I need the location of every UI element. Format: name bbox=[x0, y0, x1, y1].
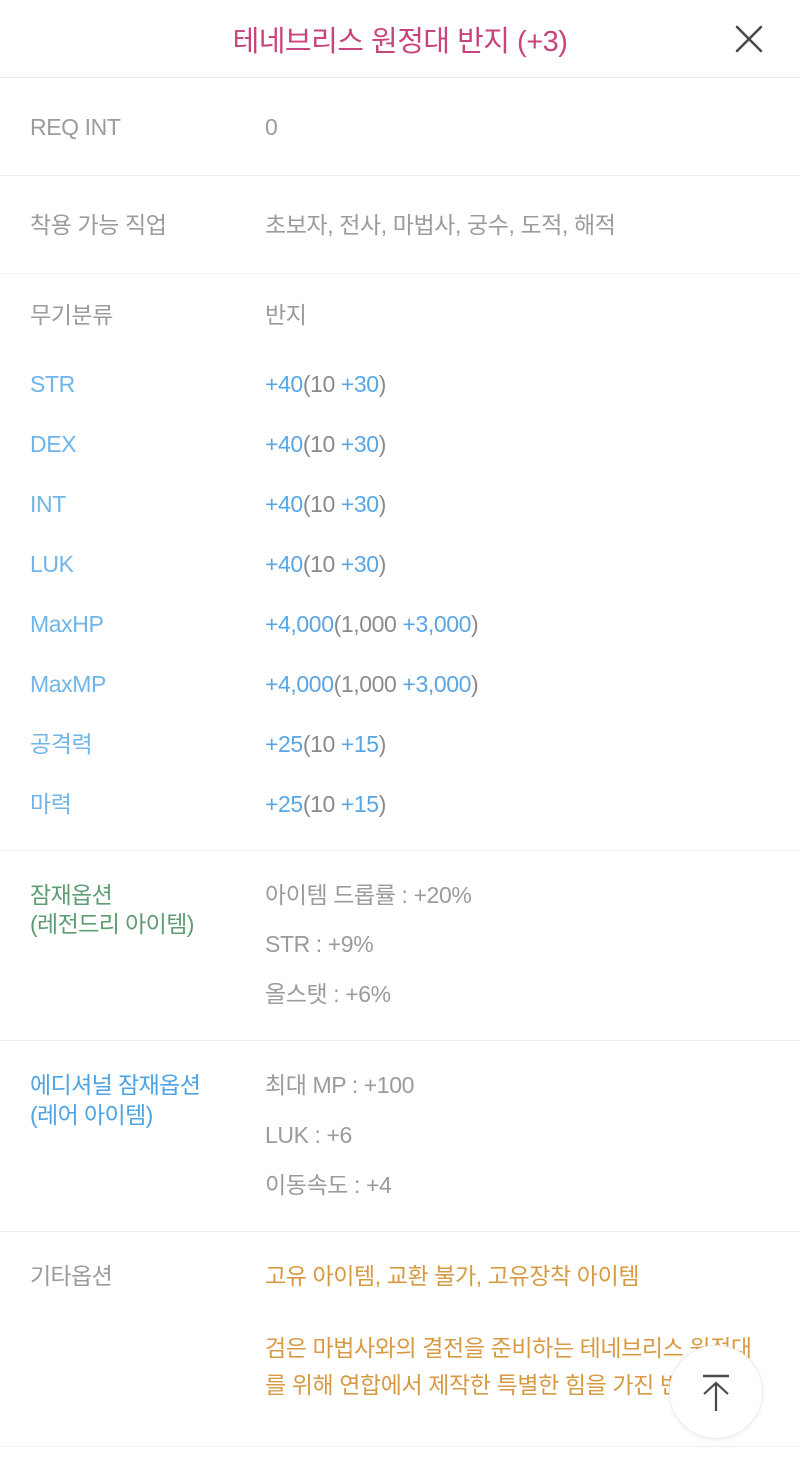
stat-value-int: +40(10 +30) bbox=[265, 489, 770, 520]
table-row-stat-int: INT +40(10 +30) bbox=[30, 489, 770, 549]
section-stats: 무기분류 반지 STR +40(10 +30) DEX +40(10 +30) … bbox=[0, 273, 800, 849]
etc-options-flags: 고유 아이템, 교환 불가, 고유장착 아이템 bbox=[265, 1262, 640, 1289]
potential-option: STR : +9% bbox=[265, 931, 374, 958]
table-row-stat-attack: 공격력 +25(10 +15) bbox=[30, 729, 770, 789]
stat-total: +40 bbox=[265, 491, 303, 518]
stat-increase: +30 bbox=[340, 431, 379, 458]
additional-potential-label-line2: (레어 아이템) bbox=[30, 1102, 153, 1129]
stat-value-maxmp: +4,000(1,000 +3,000) bbox=[265, 669, 770, 700]
table-row-stat-maxhp: MaxHP +4,000(1,000 +3,000) bbox=[30, 609, 770, 669]
stat-value-dex: +40(10 +30) bbox=[265, 429, 770, 460]
stat-base: (1,000 bbox=[333, 671, 403, 698]
stat-close-paren: ) bbox=[378, 731, 387, 758]
scroll-to-top-button[interactable] bbox=[669, 1345, 763, 1439]
stat-value-luk: +40(10 +30) bbox=[265, 549, 770, 580]
additional-potential-label: 에디셔널 잠재옵션 (레어 아이템) bbox=[30, 1071, 265, 1131]
stat-total: +40 bbox=[265, 551, 303, 578]
stat-increase: +3,000 bbox=[402, 671, 471, 698]
additional-potential-option: LUK : +6 bbox=[265, 1122, 352, 1149]
stat-close-paren: ) bbox=[378, 431, 387, 458]
stat-increase: +15 bbox=[340, 791, 379, 818]
stat-total: +25 bbox=[265, 731, 303, 758]
scroll-to-top-icon bbox=[693, 1368, 739, 1416]
table-row-stat-dex: DEX +40(10 +30) bbox=[30, 429, 770, 489]
table-row-stat-luk: LUK +40(10 +30) bbox=[30, 549, 770, 609]
potential-option: 올스탯 : +6% bbox=[265, 981, 391, 1008]
stat-base: (10 bbox=[302, 791, 341, 818]
row-label-available-jobs: 착용 가능 직업 bbox=[30, 212, 167, 239]
stat-total: +25 bbox=[265, 791, 303, 818]
section-requirements: REQ INT 0 bbox=[0, 78, 800, 175]
table-row-stat-magic: 마력 +25(10 +15) bbox=[30, 789, 770, 849]
potential-label-line1: 잠재옵션 bbox=[30, 881, 113, 908]
stat-base: (10 bbox=[302, 431, 341, 458]
stat-close-paren: ) bbox=[471, 671, 479, 698]
stat-increase: +15 bbox=[340, 731, 379, 758]
stat-label-str: STR bbox=[30, 371, 75, 398]
potential-option: 아이템 드롭률 : +20% bbox=[265, 881, 472, 908]
stat-total: +40 bbox=[265, 431, 303, 458]
stat-base: (1,000 bbox=[333, 611, 403, 638]
stat-close-paren: ) bbox=[471, 611, 479, 638]
potential-label-line2: (레전드리 아이템) bbox=[30, 911, 194, 938]
additional-potential-block: 에디셔널 잠재옵션 (레어 아이템) 최대 MP : +100 LUK : +6… bbox=[30, 1041, 770, 1231]
stat-value-str: +40(10 +30) bbox=[265, 369, 770, 400]
row-label-req-int: REQ INT bbox=[30, 114, 121, 140]
stat-label-int: INT bbox=[30, 491, 66, 518]
stat-close-paren: ) bbox=[378, 491, 387, 518]
stat-value-maxhp: +4,000(1,000 +3,000) bbox=[265, 609, 770, 640]
stat-label-maxmp: MaxMP bbox=[30, 671, 106, 698]
additional-potential-label-line1: 에디셔널 잠재옵션 bbox=[30, 1072, 201, 1099]
stat-base: (10 bbox=[302, 371, 341, 398]
potential-block: 잠재옵션 (레전드리 아이템) 아이템 드롭률 : +20% STR : +9%… bbox=[30, 851, 770, 1041]
table-row: 무기분류 반지 bbox=[30, 274, 770, 341]
stat-close-paren: ) bbox=[378, 551, 387, 578]
row-value-weapon-category: 반지 bbox=[265, 302, 307, 329]
potential-options: 아이템 드롭률 : +20% STR : +9% 올스탯 : +6% bbox=[265, 881, 770, 1011]
row-value-req-int: 0 bbox=[265, 114, 278, 140]
stat-increase: +30 bbox=[340, 371, 379, 398]
table-row-stat-str: STR +40(10 +30) bbox=[30, 341, 770, 429]
stat-value-magic: +25(10 +15) bbox=[265, 789, 770, 820]
stat-label-maxhp: MaxHP bbox=[30, 611, 104, 638]
etc-options-block: 기타옵션 고유 아이템, 교환 불가, 고유장착 아이템 검은 마법사와의 결전… bbox=[30, 1232, 770, 1446]
stat-increase: +30 bbox=[340, 491, 379, 518]
additional-potential-option: 이동속도 : +4 bbox=[265, 1171, 392, 1198]
stat-increase: +3,000 bbox=[402, 611, 471, 638]
potential-label: 잠재옵션 (레전드리 아이템) bbox=[30, 881, 265, 941]
stat-total: +4,000 bbox=[265, 671, 334, 698]
page-title: 테네브리스 원정대 반지 (+3) bbox=[232, 25, 568, 58]
stat-label-dex: DEX bbox=[30, 431, 77, 458]
table-row: REQ INT 0 bbox=[30, 78, 770, 175]
stat-label-attack: 공격력 bbox=[30, 731, 93, 758]
stat-value-attack: +25(10 +15) bbox=[265, 729, 770, 760]
stat-label-luk: LUK bbox=[30, 551, 74, 578]
table-row: 착용 가능 직업 초보자, 전사, 마법사, 궁수, 도적, 해적 bbox=[30, 176, 770, 273]
section-bottom-divider bbox=[0, 1446, 800, 1477]
stat-increase: +30 bbox=[340, 551, 379, 578]
etc-options-label: 기타옵션 bbox=[30, 1262, 113, 1289]
table-row-stat-maxmp: MaxMP +4,000(1,000 +3,000) bbox=[30, 669, 770, 729]
section-potential: 잠재옵션 (레전드리 아이템) 아이템 드롭률 : +20% STR : +9%… bbox=[0, 849, 800, 1041]
stat-base: (10 bbox=[302, 491, 341, 518]
stat-close-paren: ) bbox=[378, 371, 387, 398]
additional-potential-option: 최대 MP : +100 bbox=[265, 1072, 414, 1099]
additional-potential-options: 최대 MP : +100 LUK : +6 이동속도 : +4 bbox=[265, 1071, 770, 1201]
close-button[interactable] bbox=[726, 16, 772, 62]
close-icon bbox=[729, 19, 769, 59]
section-job-requirement: 착용 가능 직업 초보자, 전사, 마법사, 궁수, 도적, 해적 bbox=[0, 175, 800, 273]
dialog-header: 테네브리스 원정대 반지 (+3) bbox=[0, 0, 800, 78]
stat-base: (10 bbox=[302, 731, 341, 758]
stat-total: +40 bbox=[265, 371, 303, 398]
item-detail-table: REQ INT 0 착용 가능 직업 초보자, 전사, 마법사, 궁수, 도적,… bbox=[0, 78, 800, 1477]
row-label-weapon-category: 무기분류 bbox=[30, 302, 114, 329]
stat-total: +4,000 bbox=[265, 611, 334, 638]
stat-base: (10 bbox=[302, 551, 341, 578]
stat-close-paren: ) bbox=[378, 791, 387, 818]
section-additional-potential: 에디셔널 잠재옵션 (레어 아이템) 최대 MP : +100 LUK : +6… bbox=[0, 1040, 800, 1231]
stat-label-magic: 마력 bbox=[30, 791, 72, 818]
row-value-available-jobs: 초보자, 전사, 마법사, 궁수, 도적, 해적 bbox=[265, 212, 616, 239]
